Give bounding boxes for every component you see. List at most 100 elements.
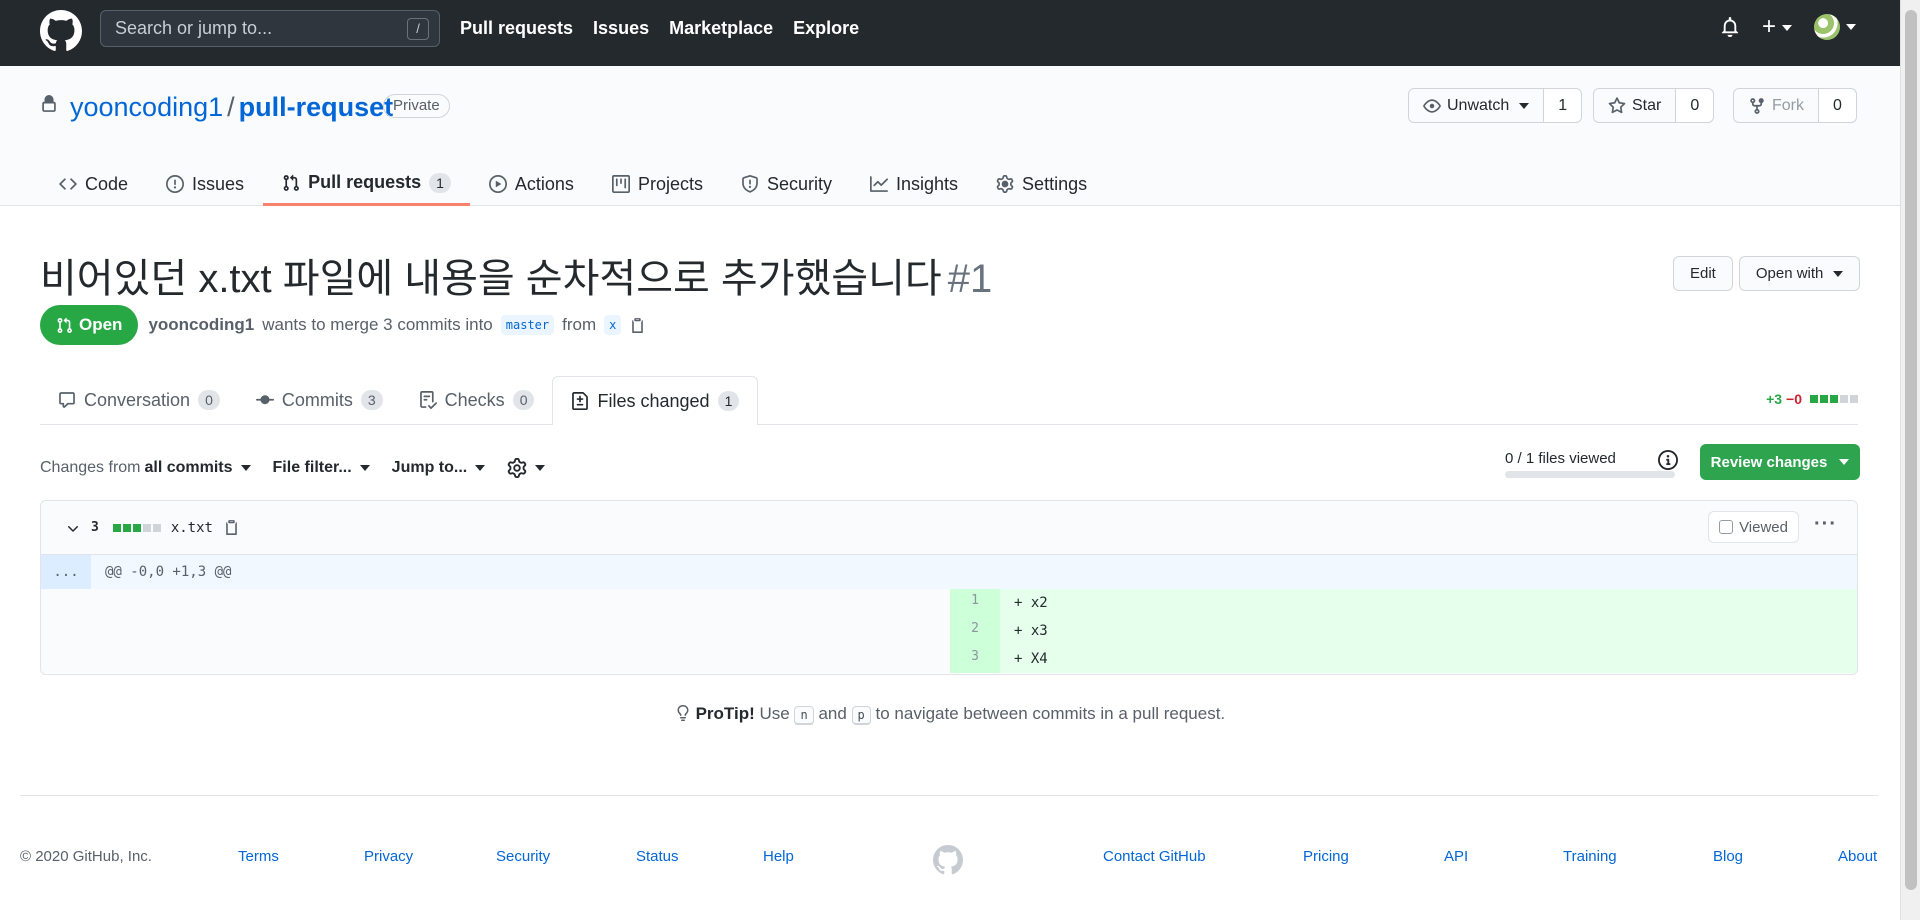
- checkbox-box: [1719, 520, 1734, 534]
- unwatch-button[interactable]: Unwatch: [1409, 89, 1545, 122]
- repo-name-link[interactable]: pull-requset: [239, 92, 394, 122]
- nav-explore[interactable]: Explore: [793, 18, 859, 39]
- footer-link-api[interactable]: API: [1444, 848, 1468, 865]
- tab-pull-requests[interactable]: Pull requests 1: [263, 162, 470, 206]
- star-count[interactable]: 0: [1676, 89, 1714, 122]
- expand-hunk-button[interactable]: ...: [41, 555, 91, 589]
- diffstat-block: [1830, 395, 1838, 403]
- comment-icon: [59, 392, 75, 408]
- chevron-down-icon: [1833, 270, 1844, 277]
- search-input[interactable]: Search or jump to... /: [100, 10, 440, 47]
- base-branch[interactable]: master: [500, 315, 555, 335]
- review-changes-button[interactable]: Review changes: [1700, 444, 1860, 480]
- chevron-down-icon: [535, 465, 546, 471]
- watch-count[interactable]: 1: [1544, 89, 1582, 122]
- tab-code[interactable]: Code: [40, 162, 147, 206]
- tab-insights[interactable]: Insights: [851, 162, 977, 206]
- fork-group: Fork 0: [1733, 88, 1857, 123]
- footer-link-status[interactable]: Status: [636, 848, 679, 865]
- tab-commits-label: Commits: [281, 389, 353, 410]
- fork-button[interactable]: Fork: [1734, 89, 1819, 122]
- footer-link-terms[interactable]: Terms: [238, 848, 279, 865]
- footer-link-about[interactable]: About: [1838, 848, 1877, 865]
- nav-issues[interactable]: Issues: [593, 18, 649, 39]
- checks-counter: 0: [512, 390, 535, 410]
- changes-from-value: all commits: [144, 459, 233, 476]
- tab-checks-label: Checks: [444, 389, 505, 410]
- global-header: Search or jump to... / Pull requests Iss…: [0, 0, 1900, 66]
- bell-icon[interactable]: [1720, 16, 1740, 38]
- line-number[interactable]: 2: [950, 617, 1000, 645]
- file-filter-select[interactable]: File filter...: [273, 459, 370, 477]
- scrollbar-thumb[interactable]: [1905, 10, 1917, 890]
- open-with-button[interactable]: Open with: [1738, 256, 1861, 291]
- footer-link-blog[interactable]: Blog: [1713, 848, 1743, 865]
- footer-link-security[interactable]: Security: [496, 848, 550, 865]
- tab-checks[interactable]: Checks 0: [401, 376, 553, 424]
- star-button[interactable]: Star: [1594, 89, 1677, 122]
- protip-pre: Use: [759, 704, 790, 723]
- hunk-header: ... @@ -0,0 +1,3 @@: [41, 555, 1857, 589]
- edit-button[interactable]: Edit: [1673, 256, 1733, 291]
- repo-owner-link[interactable]: yooncoding1: [70, 92, 223, 122]
- head-branch[interactable]: x: [604, 315, 622, 335]
- footer-copyright: © 2020 GitHub, Inc.: [20, 848, 152, 865]
- nav-pull-requests[interactable]: Pull requests: [460, 18, 573, 39]
- issue-icon: [166, 175, 185, 193]
- nav-marketplace[interactable]: Marketplace: [669, 18, 773, 39]
- viewed-checkbox[interactable]: Viewed: [1708, 511, 1799, 543]
- lock-icon: [42, 95, 56, 112]
- status-label: Open: [79, 315, 123, 334]
- diffstat: +3 −0: [1766, 391, 1858, 407]
- pull-request-icon: [283, 174, 299, 191]
- tab-security[interactable]: Security: [722, 162, 851, 206]
- open-with-label: Open with: [1755, 265, 1824, 282]
- author-link[interactable]: yooncoding1: [148, 315, 254, 335]
- review-changes-label: Review changes: [1710, 453, 1828, 471]
- jump-to-select[interactable]: Jump to...: [392, 459, 486, 477]
- title-actions: Edit Open with: [1673, 256, 1861, 291]
- footer-link-training[interactable]: Training: [1563, 848, 1617, 865]
- fork-count[interactable]: 0: [1819, 89, 1856, 122]
- line-number[interactable]: 1: [950, 589, 1000, 617]
- tab-actions[interactable]: Actions: [470, 162, 593, 206]
- line-number[interactable]: 3: [950, 645, 1000, 673]
- chevron-down-icon: [1846, 24, 1857, 30]
- file-name-link[interactable]: x.txt: [171, 520, 213, 536]
- diff-settings-button[interactable]: [507, 458, 546, 478]
- github-logo-icon[interactable]: [40, 10, 82, 52]
- footer-link-contact[interactable]: Contact GitHub: [1103, 848, 1206, 865]
- tab-actions-label: Actions: [514, 173, 574, 194]
- footer-link-pricing[interactable]: Pricing: [1303, 848, 1349, 865]
- github-mark-icon[interactable]: [933, 845, 963, 875]
- tab-commits[interactable]: Commits 3: [238, 376, 401, 424]
- create-new-button[interactable]: +: [1762, 15, 1793, 39]
- kebab-menu-icon[interactable]: ···: [1814, 513, 1837, 536]
- protip: ProTip! Use n and p to navigate between …: [0, 704, 1900, 725]
- tab-conversation[interactable]: Conversation 0: [40, 376, 238, 424]
- avatar: [1814, 14, 1841, 40]
- footer-link-privacy[interactable]: Privacy: [364, 848, 413, 865]
- protip-title: ProTip!: [695, 704, 755, 723]
- protip-mid: and: [818, 704, 847, 723]
- status-badge: Open: [40, 305, 139, 345]
- files-changed-counter: 1: [717, 391, 740, 411]
- tab-security-label: Security: [766, 173, 832, 194]
- info-icon[interactable]: [1658, 450, 1678, 470]
- tab-settings[interactable]: Settings: [977, 162, 1106, 206]
- tab-issues[interactable]: Issues: [147, 162, 263, 206]
- page-scrollbar[interactable]: [1900, 0, 1920, 920]
- clipboard-icon[interactable]: [223, 519, 240, 536]
- chevron-down-icon[interactable]: [65, 520, 81, 536]
- user-menu-button[interactable]: [1814, 14, 1857, 40]
- footer-link-help[interactable]: Help: [763, 848, 794, 865]
- graph-icon: [870, 176, 888, 192]
- tab-projects[interactable]: Projects: [593, 162, 722, 206]
- from-text: from: [562, 315, 597, 334]
- search-shortcut-key: /: [407, 18, 429, 40]
- changes-from-select[interactable]: Changes from all commits: [40, 459, 251, 477]
- tab-settings-label: Settings: [1022, 173, 1088, 194]
- clipboard-icon[interactable]: [629, 317, 646, 334]
- footer-divider: [20, 795, 1878, 796]
- tab-files-changed[interactable]: Files changed 1: [552, 376, 759, 425]
